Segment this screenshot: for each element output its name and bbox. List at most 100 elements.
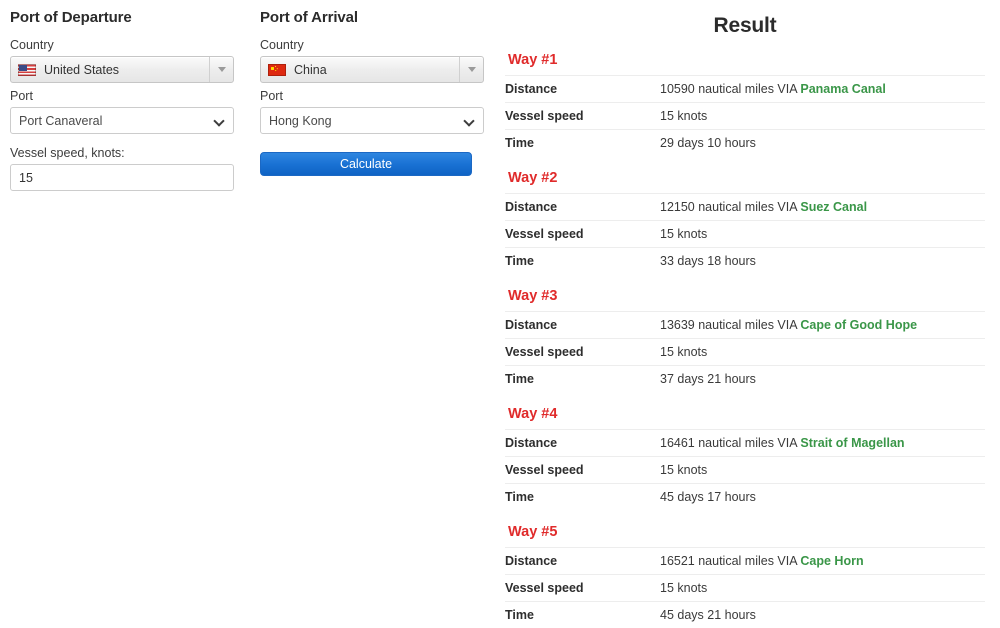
way-heading: Way #3 <box>508 288 985 304</box>
departure-port-select[interactable]: Port Canaveral <box>10 107 234 134</box>
vessel-speed-label: Vessel speed <box>505 339 660 366</box>
ways-list: Way #1Distance10590 nautical miles VIA P… <box>505 52 985 628</box>
way-heading: Way #4 <box>508 406 985 422</box>
table-row: Time37 days 21 hours <box>505 366 985 393</box>
distance-label: Distance <box>505 548 660 575</box>
time-value: 29 days 10 hours <box>660 130 985 157</box>
distance-text: 13639 nautical miles VIA <box>660 318 800 332</box>
way-table: Distance16521 nautical miles VIA Cape Ho… <box>505 547 985 628</box>
way-block: Way #2 Distance12150 nautical miles VIA S… <box>505 170 985 274</box>
way-table: Distance10590 nautical miles VIA Panama … <box>505 75 985 156</box>
vessel-speed-value: 15 knots <box>660 457 985 484</box>
vessel-speed-label: Vessel speed <box>505 103 660 130</box>
distance-value: 16461 nautical miles VIA Strait of Magel… <box>660 430 985 457</box>
way-table: Distance13639 nautical miles VIA Cape of… <box>505 311 985 392</box>
departure-country-dropdown-arrow[interactable] <box>209 57 233 82</box>
way-block: Way #3 Distance13639 nautical miles VIA C… <box>505 288 985 392</box>
distance-value: 10590 nautical miles VIA Panama Canal <box>660 76 985 103</box>
calculate-button[interactable]: Calculate <box>260 152 472 176</box>
arrival-country-value: China <box>294 63 459 77</box>
vessel-speed-label: Vessel speed <box>505 575 660 602</box>
departure-port-value: Port Canaveral <box>19 114 214 128</box>
table-row: Vessel speed15 knots <box>505 103 985 130</box>
time-value: 45 days 17 hours <box>660 484 985 511</box>
distance-label: Distance <box>505 430 660 457</box>
arrival-country-select[interactable]: China <box>260 56 484 83</box>
arrival-port-label: Port <box>260 89 490 103</box>
via-route-name: Panama Canal <box>800 82 885 96</box>
way-table: Distance12150 nautical miles VIA Suez Ca… <box>505 193 985 274</box>
vessel-speed-label: Vessel speed <box>505 457 660 484</box>
table-row: Vessel speed15 knots <box>505 457 985 484</box>
via-route-name: Suez Canal <box>800 200 867 214</box>
result-title: Result <box>505 14 985 38</box>
flag-china-icon <box>268 64 286 76</box>
time-value: 45 days 21 hours <box>660 602 985 628</box>
table-row: Distance13639 nautical miles VIA Cape of… <box>505 312 985 339</box>
chevron-down-icon <box>464 116 474 126</box>
arrival-country-dropdown-arrow[interactable] <box>459 57 483 82</box>
vessel-speed-input[interactable] <box>10 164 234 191</box>
via-route-name: Cape Horn <box>800 554 863 568</box>
arrival-form: Port of Arrival Country China Port Hong … <box>260 0 490 176</box>
distance-text: 12150 nautical miles VIA <box>660 200 800 214</box>
distance-value: 16521 nautical miles VIA Cape Horn <box>660 548 985 575</box>
table-row: Distance16521 nautical miles VIA Cape Ho… <box>505 548 985 575</box>
vessel-speed-value: 15 knots <box>660 103 985 130</box>
distance-value: 12150 nautical miles VIA Suez Canal <box>660 194 985 221</box>
distance-text: 16461 nautical miles VIA <box>660 436 800 450</box>
table-row: Time45 days 17 hours <box>505 484 985 511</box>
distance-label: Distance <box>505 312 660 339</box>
way-block: Way #5 Distance16521 nautical miles VIA C… <box>505 524 985 628</box>
time-label: Time <box>505 248 660 275</box>
table-row: Distance16461 nautical miles VIA Strait … <box>505 430 985 457</box>
vessel-speed-value: 15 knots <box>660 575 985 602</box>
arrival-port-value: Hong Kong <box>269 114 464 128</box>
departure-country-label: Country <box>10 38 240 52</box>
time-label: Time <box>505 484 660 511</box>
chevron-down-icon <box>214 116 224 126</box>
way-block: Way #4 Distance16461 nautical miles VIA S… <box>505 406 985 510</box>
vessel-speed-value: 15 knots <box>660 221 985 248</box>
vessel-speed-label: Vessel speed, knots: <box>10 146 240 160</box>
way-heading: Way #5 <box>508 524 985 540</box>
arrival-port-select[interactable]: Hong Kong <box>260 107 484 134</box>
way-heading: Way #1 <box>508 52 985 68</box>
time-label: Time <box>505 130 660 157</box>
table-row: Time29 days 10 hours <box>505 130 985 157</box>
distance-value: 13639 nautical miles VIA Cape of Good Ho… <box>660 312 985 339</box>
way-heading: Way #2 <box>508 170 985 186</box>
departure-form: Port of Departure Country United States … <box>10 0 240 191</box>
arrival-country-label: Country <box>260 38 490 52</box>
table-row: Distance12150 nautical miles VIA Suez Ca… <box>505 194 985 221</box>
flag-united-states-icon <box>18 64 36 76</box>
distance-label: Distance <box>505 76 660 103</box>
triangle-down-icon <box>468 67 476 72</box>
arrival-title: Port of Arrival <box>260 9 490 26</box>
distance-text: 16521 nautical miles VIA <box>660 554 800 568</box>
time-value: 37 days 21 hours <box>660 366 985 393</box>
way-block: Way #1 Distance10590 nautical miles VIA P… <box>505 52 985 156</box>
page-root: Port of Departure Country United States … <box>0 0 1000 618</box>
time-label: Time <box>505 366 660 393</box>
table-row: Distance10590 nautical miles VIA Panama … <box>505 76 985 103</box>
triangle-down-icon <box>218 67 226 72</box>
time-label: Time <box>505 602 660 628</box>
table-row: Vessel speed15 knots <box>505 339 985 366</box>
time-value: 33 days 18 hours <box>660 248 985 275</box>
table-row: Time33 days 18 hours <box>505 248 985 275</box>
vessel-speed-label: Vessel speed <box>505 221 660 248</box>
table-row: Vessel speed15 knots <box>505 575 985 602</box>
via-route-name: Cape of Good Hope <box>800 318 917 332</box>
via-route-name: Strait of Magellan <box>800 436 904 450</box>
distance-label: Distance <box>505 194 660 221</box>
table-row: Vessel speed15 knots <box>505 221 985 248</box>
departure-port-label: Port <box>10 89 240 103</box>
table-row: Time45 days 21 hours <box>505 602 985 628</box>
way-table: Distance16461 nautical miles VIA Strait … <box>505 429 985 510</box>
vessel-speed-value: 15 knots <box>660 339 985 366</box>
departure-title: Port of Departure <box>10 9 240 26</box>
distance-text: 10590 nautical miles VIA <box>660 82 800 96</box>
departure-country-value: United States <box>44 63 209 77</box>
departure-country-select[interactable]: United States <box>10 56 234 83</box>
